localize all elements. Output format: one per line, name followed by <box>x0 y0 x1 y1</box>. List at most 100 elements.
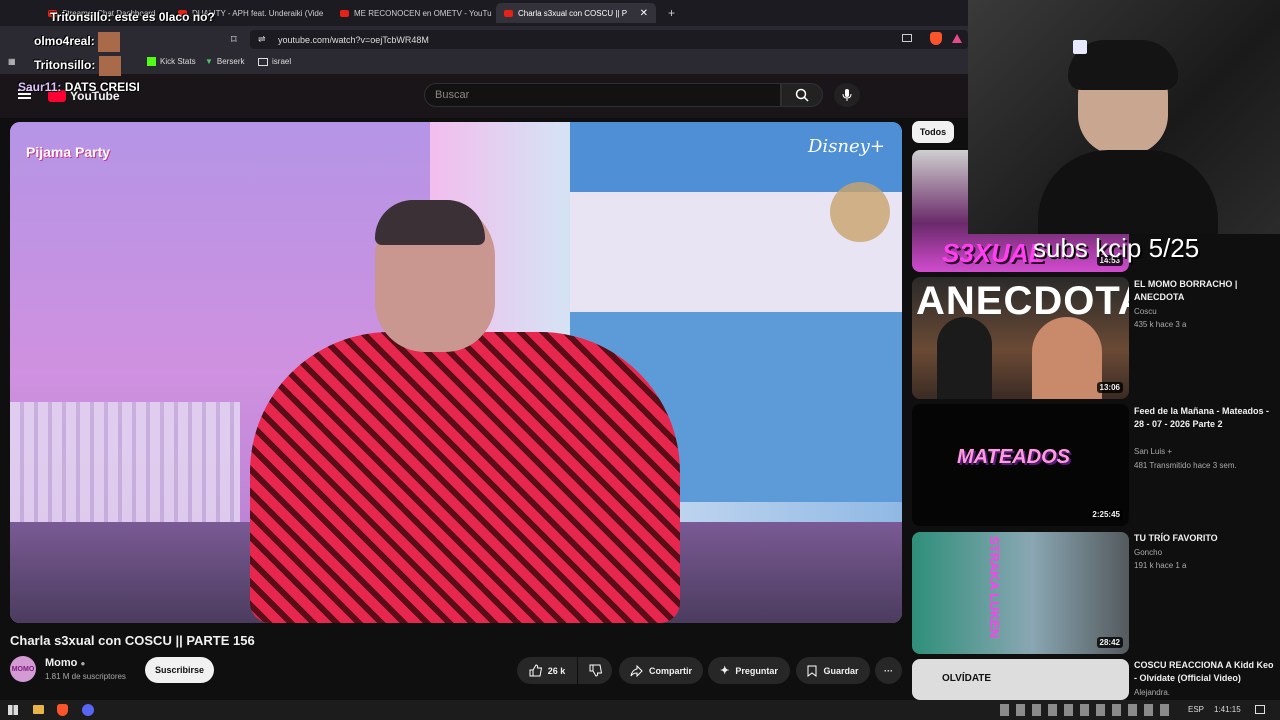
microphone-icon <box>842 89 852 101</box>
language-indicator[interactable]: ESP <box>1188 705 1204 714</box>
save-label: Guardar <box>823 665 859 676</box>
tab-label: ME RECONOCEN en OMETV - YouTu <box>354 8 492 18</box>
share-button[interactable]: Compartir <box>619 657 703 684</box>
thumbnail-person <box>937 317 992 399</box>
like-button[interactable]: 26 k <box>517 657 577 684</box>
video-player[interactable]: Pijama Party Disney+ <box>10 122 902 623</box>
share-icon <box>630 664 643 677</box>
thumbnail-text: S3XUAL <box>942 238 1045 268</box>
recommendation-meta: 435 k hace 3 a <box>1134 320 1187 329</box>
url-input[interactable]: ⇌ youtube.com/watch?v=oejTcbWR48M <box>250 30 968 49</box>
recommendation-thumbnail[interactable]: ANECDOTA 13:06 <box>912 277 1129 399</box>
chat-message: olmo4real: <box>34 32 121 52</box>
disney-plus-logo: Disney+ <box>808 136 885 157</box>
recommendation-thumbnail[interactable]: MATEADOS 2:25:45 <box>912 404 1129 526</box>
flag-stripe <box>570 122 902 192</box>
chat-user: Tritonsillo <box>34 58 92 73</box>
bookmark-item[interactable]: ▼ Berserk <box>205 57 244 66</box>
flag-sun <box>830 182 890 242</box>
emote-icon <box>98 32 121 52</box>
tab-favicon-icon <box>340 9 349 17</box>
recommendation-title[interactable]: COSCU REACCIONA A Kidd Keo - Olvídate (O… <box>1134 659 1274 685</box>
recommendation-meta: 191 k hace 1 a <box>1134 561 1187 570</box>
brave-shield-icon[interactable] <box>930 32 942 45</box>
bookmarks-bar: ▦ Kick Stats ▼ Berserk israel <box>0 52 968 74</box>
new-tab-button[interactable]: + <box>660 3 680 23</box>
brave-browser-icon[interactable] <box>57 704 68 716</box>
url-text: youtube.com/watch?v=oejTcbWR48M <box>278 34 429 45</box>
recommendation-channel[interactable]: San Luis + <box>1134 447 1172 456</box>
tab-label: Charla s3xual con COSCU || P <box>518 8 628 18</box>
emote-icon <box>98 56 121 76</box>
chat-text: este es 0laco no? <box>114 10 215 24</box>
recommendation-meta: 481 Transmitido hace 3 sem. <box>1134 461 1237 470</box>
sparkle-icon: ✦ <box>720 665 730 677</box>
thumbnail-text: OLVÍDATE <box>942 673 992 684</box>
video-duration: 28:42 <box>1096 637 1123 648</box>
rewards-icon[interactable] <box>952 34 962 43</box>
video-duration: 13:06 <box>1096 382 1123 393</box>
recommendation-title[interactable]: TU TRÍO FAVORITO <box>1134 532 1274 545</box>
chat-message: Tritonsillo: este es 0laco no? <box>50 10 215 24</box>
file-explorer-icon[interactable] <box>33 705 44 714</box>
recommendation-channel[interactable]: Goncho <box>1134 548 1162 557</box>
chat-user: Tritonsillo <box>50 10 108 24</box>
filter-chip-all[interactable]: Todos <box>912 121 954 143</box>
channel-name[interactable]: Momo ● <box>45 657 85 669</box>
dislike-button[interactable] <box>578 657 612 684</box>
notifications-icon[interactable] <box>1255 705 1265 714</box>
recommendation-channel[interactable]: Alejandra. <box>1134 688 1170 697</box>
bookmark-icon[interactable]: ⌑ <box>231 33 237 46</box>
recommendation-thumbnail[interactable]: STRAKA LUKEN 28:42 <box>912 532 1129 654</box>
thumbnail-text: ANECDOTA <box>916 279 1129 323</box>
bookmark-label: israel <box>272 57 292 66</box>
subscribe-button[interactable]: Suscribirse <box>145 657 214 683</box>
system-tray-icons[interactable] <box>1000 704 1175 716</box>
chat-message: Saur11: DATS CREISI <box>18 80 140 94</box>
thumbnail-text: STRAKA LUKEN <box>987 536 1002 639</box>
recommendation-title[interactable]: EL MOMO BORRACHO | ANECDOTA <box>1134 278 1274 304</box>
ask-button[interactable]: ✦ Preguntar <box>708 657 790 684</box>
clock[interactable]: 1:41:15 <box>1214 705 1241 714</box>
person-shirt <box>250 332 680 623</box>
screen-icon[interactable] <box>902 34 912 42</box>
save-button[interactable]: Guardar <box>796 657 870 684</box>
tab-favicon-icon <box>504 9 513 17</box>
recommendation-thumbnail[interactable]: OLVÍDATE <box>912 659 1129 700</box>
site-info-icon[interactable]: ⇌ <box>258 34 266 45</box>
share-label: Compartir <box>648 665 692 676</box>
channel-avatar[interactable]: MOMO <box>10 656 36 682</box>
search-button[interactable] <box>781 83 823 107</box>
apps-icon[interactable]: ▦ <box>8 57 16 66</box>
more-actions-button[interactable]: ··· <box>875 657 902 684</box>
bookmark-item[interactable]: israel <box>258 57 291 66</box>
folder-icon <box>258 57 268 66</box>
show-logo: Pijama Party <box>26 144 111 160</box>
save-icon <box>807 665 817 677</box>
bookmark-item[interactable]: Kick Stats <box>147 57 196 66</box>
browser-tab-active[interactable]: Charla s3xual con COSCU || P ✕ <box>496 3 656 23</box>
search-icon <box>795 88 809 102</box>
start-icon[interactable] <box>8 705 18 715</box>
like-count: 26 k <box>547 665 566 676</box>
verified-icon: ● <box>80 659 86 668</box>
voice-search-button[interactable] <box>834 83 860 107</box>
berserk-icon: ▼ <box>205 57 213 66</box>
discord-icon[interactable] <box>82 704 94 716</box>
thumbnail-person <box>1032 317 1102 399</box>
kick-icon <box>147 57 156 66</box>
windows-taskbar: ESP 1:41:15 <box>0 700 1280 720</box>
recommendation-title[interactable]: Feed de la Mañana - Mateados - 28 - 07 -… <box>1134 405 1274 431</box>
webcam-light <box>1073 40 1087 54</box>
close-tab-icon[interactable]: ✕ <box>640 8 648 19</box>
video-duration: 2:25:45 <box>1089 509 1123 520</box>
search-input[interactable]: Buscar <box>424 83 781 107</box>
recommendation-channel[interactable]: Coscu <box>1134 307 1157 316</box>
video-title: Charla s3xual con COSCU || PARTE 156 <box>10 633 255 648</box>
chat-message: Tritonsillo: <box>34 56 121 76</box>
person-hair <box>375 200 485 245</box>
bookmark-label: Berserk <box>216 57 245 66</box>
thumbs-down-icon <box>589 664 602 677</box>
browser-tab[interactable]: ME RECONOCEN en OMETV - YouTu <box>332 3 494 23</box>
search-placeholder: Buscar <box>435 89 470 101</box>
